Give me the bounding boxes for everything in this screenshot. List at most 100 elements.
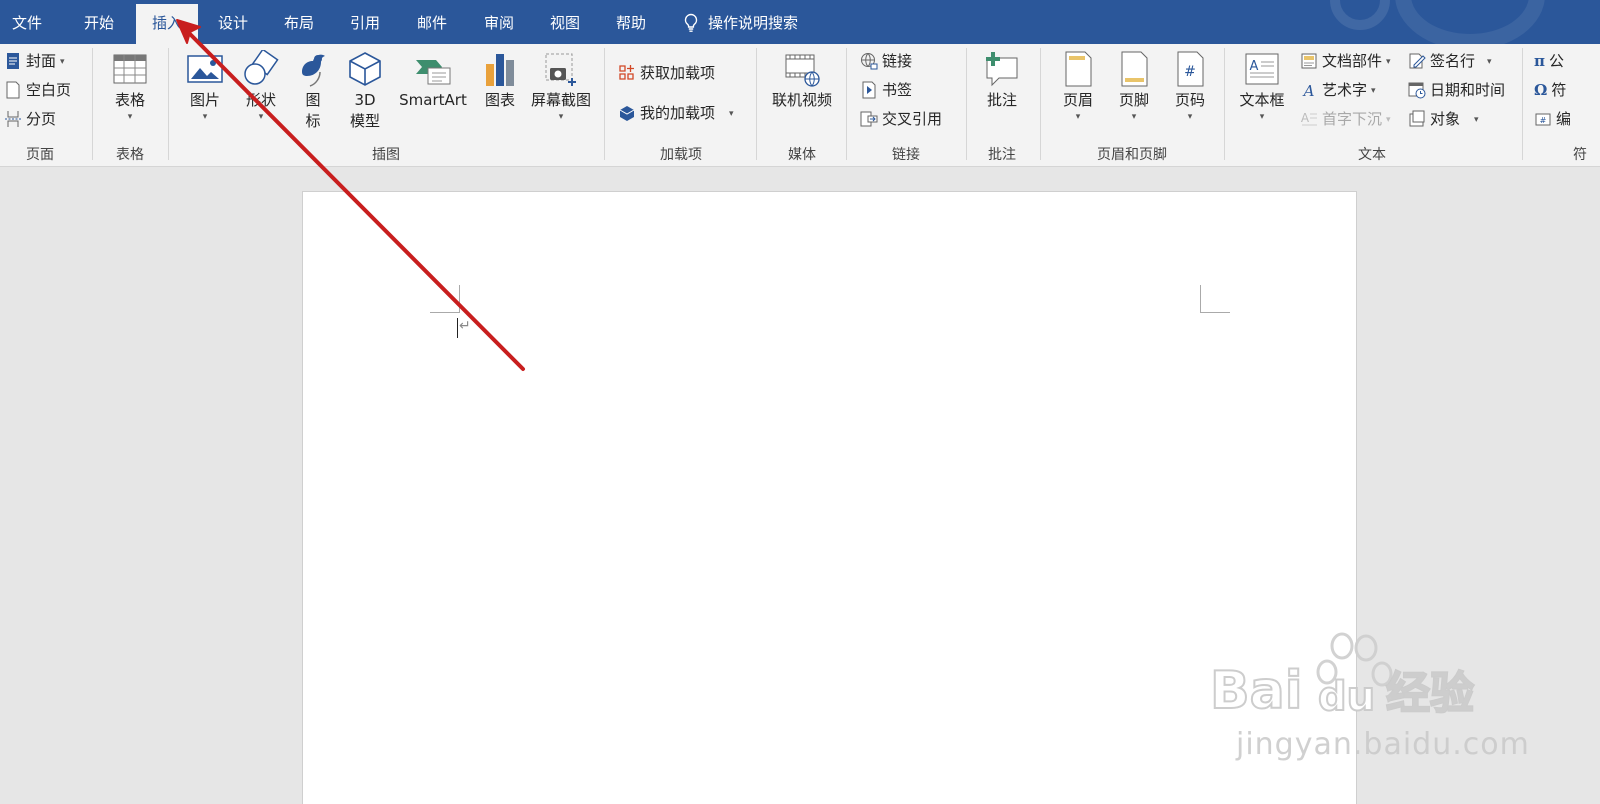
- 3d-models-button[interactable]: 3D 模型: [340, 50, 390, 132]
- shapes-icon: [244, 50, 279, 85]
- page-break-button[interactable]: 分页: [4, 106, 56, 132]
- tab-view[interactable]: 视图: [536, 0, 594, 44]
- icons-button[interactable]: 图标: [292, 50, 334, 132]
- tab-help[interactable]: 帮助: [602, 0, 660, 44]
- screenshot-button[interactable]: 屏幕截图 ▾: [528, 50, 594, 123]
- smartart-button[interactable]: SmartArt: [394, 50, 472, 111]
- calendar-clock-icon: [1408, 82, 1426, 99]
- ribbon-tab-bar: 文件 开始 插入 设计 布局 引用 邮件 审阅 视图 帮助 操作说明搜索: [0, 0, 1600, 44]
- group-label-links: 链接: [892, 147, 920, 163]
- smartart-icon: [416, 60, 451, 85]
- crop-mark-top-left: [430, 285, 460, 313]
- get-addins-button[interactable]: 获取加载项: [618, 60, 715, 86]
- picture-icon: [187, 55, 223, 83]
- quick-parts-button[interactable]: 文档部件 ▾: [1300, 48, 1391, 74]
- table-button[interactable]: 表格 ▾: [106, 50, 154, 123]
- number-button[interactable]: # 编: [1534, 106, 1571, 132]
- omega-icon: Ω: [1534, 81, 1548, 99]
- quick-parts-icon: [1301, 53, 1317, 69]
- page-number-button[interactable]: # 页码 ▾: [1166, 50, 1214, 123]
- group-separator: [756, 48, 757, 160]
- document-page[interactable]: ↵: [302, 191, 1357, 804]
- svg-text:#: #: [1540, 116, 1547, 125]
- svg-text:A: A: [1250, 59, 1259, 74]
- svg-text:A: A: [1302, 82, 1315, 99]
- online-video-button[interactable]: 联机视频: [766, 50, 838, 111]
- blank-page-icon: [6, 81, 20, 99]
- footer-icon: [1121, 51, 1148, 87]
- tab-file[interactable]: 文件: [0, 0, 54, 44]
- equation-button[interactable]: π公: [1534, 48, 1564, 74]
- tab-home[interactable]: 开始: [70, 0, 128, 44]
- blank-page-button[interactable]: 空白页: [4, 77, 71, 103]
- group-label-tables: 表格: [116, 147, 144, 163]
- chart-button[interactable]: 图表: [478, 50, 522, 111]
- group-separator: [1224, 48, 1225, 160]
- page-number-icon: #: [1177, 51, 1204, 87]
- footer-button[interactable]: 页脚 ▾: [1110, 50, 1158, 123]
- watermark-brand-jingyan: 经验: [1386, 668, 1474, 719]
- bookmark-button[interactable]: 书签: [860, 77, 912, 103]
- bar-chart-icon: [486, 54, 514, 86]
- cover-page-icon: [7, 53, 19, 69]
- wordart-icon: A: [1302, 82, 1315, 99]
- link-globe-icon: [861, 53, 878, 70]
- text-box-button[interactable]: A 文本框 ▾: [1234, 50, 1290, 123]
- object-button[interactable]: 对象 ▾: [1408, 106, 1479, 132]
- table-icon: [113, 54, 147, 84]
- tab-references[interactable]: 引用: [336, 0, 394, 44]
- group-separator: [966, 48, 967, 160]
- watermark-url: jingyan.baidu.com: [1236, 727, 1530, 762]
- drop-cap-button[interactable]: A 首字下沉 ▾: [1300, 106, 1391, 132]
- icons-icon: [302, 54, 325, 87]
- group-separator: [846, 48, 847, 160]
- watermark-brand-du: du: [1318, 674, 1375, 720]
- my-addins-icon: [619, 106, 635, 121]
- tab-review[interactable]: 审阅: [470, 0, 528, 44]
- watermark-brand-bai: Bai: [1210, 661, 1303, 721]
- cross-reference-icon: [860, 111, 878, 127]
- tell-me-label: 操作说明搜索: [708, 14, 799, 32]
- symbol-button[interactable]: Ω符: [1534, 77, 1566, 103]
- cover-page-button[interactable]: 封面 ▾: [4, 48, 65, 74]
- group-label-illustrations: 插图: [372, 147, 400, 163]
- page-break-icon: [5, 111, 21, 127]
- group-label-media: 媒体: [788, 147, 816, 163]
- new-comment-button[interactable]: 批注: [978, 50, 1026, 111]
- cross-reference-button[interactable]: 交叉引用: [860, 106, 942, 132]
- tell-me-search[interactable]: 操作说明搜索: [682, 0, 798, 44]
- picture-button[interactable]: 图片 ▾: [180, 50, 230, 123]
- 3d-cube-icon: [349, 52, 381, 86]
- shapes-button[interactable]: 形状 ▾: [236, 50, 286, 123]
- group-separator: [1522, 48, 1523, 160]
- signature-line-button[interactable]: 签名行 ▾: [1408, 48, 1492, 74]
- header-icon: [1065, 51, 1092, 87]
- bookmark-icon: [862, 81, 876, 99]
- tab-mailings[interactable]: 邮件: [402, 0, 462, 44]
- title-bar-decoration: [1330, 0, 1390, 30]
- link-button[interactable]: 链接: [860, 48, 912, 74]
- group-separator: [92, 48, 93, 160]
- group-label-comments: 批注: [988, 147, 1016, 163]
- group-separator: [604, 48, 605, 160]
- date-time-button[interactable]: 日期和时间: [1408, 77, 1505, 103]
- ribbon-insert: 封面 ▾ 空白页 分页 页面 表格 ▾ 表格 图片 ▾ 形状 ▾ 图标 3D 模型 Sma…: [0, 44, 1600, 167]
- object-icon: [1409, 110, 1425, 127]
- header-button[interactable]: 页眉 ▾: [1054, 50, 1102, 123]
- group-separator: [1040, 48, 1041, 160]
- wordart-button[interactable]: A 艺术字 ▾: [1300, 77, 1376, 103]
- svg-text:#: #: [1184, 64, 1196, 80]
- lightbulb-icon: [684, 13, 698, 32]
- crop-mark-top-right: [1200, 285, 1230, 313]
- group-label-addins: 加载项: [660, 147, 702, 163]
- screenshot-icon: [545, 53, 576, 86]
- tab-insert[interactable]: 插入: [136, 4, 198, 44]
- group-label-header-footer: 页眉和页脚: [1097, 147, 1167, 163]
- tab-design[interactable]: 设计: [204, 0, 262, 44]
- pi-icon: π: [1534, 52, 1545, 70]
- text-cursor: [457, 318, 458, 338]
- group-label-pages: 页面: [26, 147, 54, 163]
- my-addins-button[interactable]: 我的加载项 ▾: [618, 100, 734, 126]
- online-video-icon: [785, 54, 820, 87]
- tab-layout[interactable]: 布局: [270, 0, 328, 44]
